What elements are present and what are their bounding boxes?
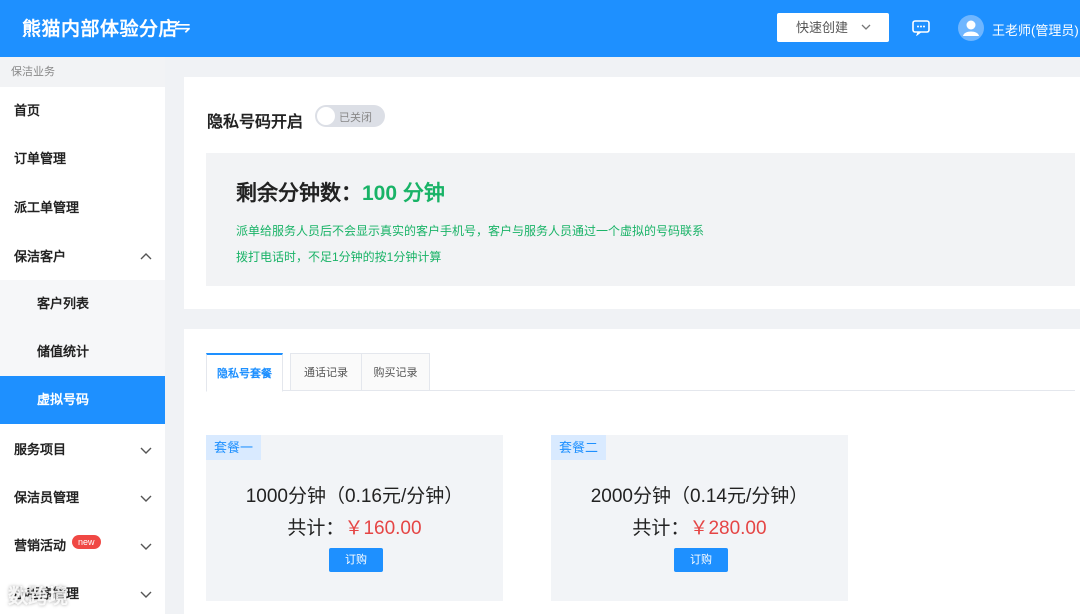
watermark: 数跨境 (8, 586, 68, 608)
remaining-minutes-value: 100 分钟 (362, 182, 445, 205)
privacy-number-card: 隐私号码开启 已关闭 剩余分钟数：100 分钟 派单给服务人员后不会显示真实的客… (184, 77, 1080, 309)
toggle-state-label: 已关闭 (339, 112, 372, 124)
plan-total: 共计：￥160.00 (206, 513, 503, 540)
info-text-line-2: 拨打电话时，不足1分钟的按1分钟计算 (236, 250, 442, 264)
plan-card: 套餐一 1000分钟（0.16元/分钟） 共计：￥160.00 订购 (206, 435, 503, 601)
remaining-minutes: 剩余分钟数：100 分钟 (236, 177, 445, 207)
new-badge: new (72, 535, 101, 549)
sidebar-item-label: 服务项目 (14, 442, 67, 457)
sidebar-item-virtual-number[interactable]: 虚拟号码 (0, 376, 165, 424)
sidebar-item-label: 派工单管理 (14, 200, 80, 215)
tab-bar: 隐私号套餐 通话记录 购买记录 (206, 353, 1075, 392)
tab-purchase-records[interactable]: 购买记录 (361, 353, 430, 391)
order-button[interactable]: 订购 (329, 548, 383, 572)
user-name[interactable]: 王老师(管理员) (992, 20, 1079, 39)
store-title[interactable]: 熊猫内部体验分店 (22, 14, 178, 41)
privacy-number-label: 隐私号码开启 (207, 114, 304, 131)
chevron-down-icon (139, 426, 153, 474)
sidebar-section-title: 保洁业务 (0, 57, 165, 87)
chevron-down-icon (139, 570, 153, 614)
plans-card: 隐私号套餐 通话记录 购买记录 套餐一 1000分钟（0.16元/分钟） 共计：… (184, 329, 1080, 614)
plan-card: 套餐二 2000分钟（0.14元/分钟） 共计：￥280.00 订购 (551, 435, 848, 601)
switch-store-icon[interactable]: ⇋ (174, 14, 191, 39)
privacy-number-toggle[interactable]: 已关闭 (315, 105, 385, 127)
sidebar-item-customers[interactable]: 保洁客户 (0, 233, 165, 281)
info-text-line-1: 派单给服务人员后不会显示真实的客户手机号，客户与服务人员通过一个虚拟的号码联系 (236, 224, 705, 238)
sidebar: 保洁业务 首页 订单管理 派工单管理 保洁客户 客户列表 储值统计 虚拟号码 服… (0, 57, 165, 614)
plan-price: ￥280.00 (689, 518, 767, 539)
plan-title: 1000分钟（0.16元/分钟） (245, 486, 464, 507)
quick-create-dropdown[interactable]: 快速创建 (777, 13, 889, 42)
sidebar-item-customer-list[interactable]: 客户列表 (0, 280, 165, 328)
sidebar-item-orders[interactable]: 订单管理 (0, 135, 165, 183)
sidebar-item-cleaners[interactable]: 保洁员管理 (0, 474, 165, 522)
user-avatar-icon[interactable] (958, 15, 984, 41)
toggle-knob (317, 107, 335, 125)
sidebar-item-marketing[interactable]: 营销活动 new (0, 522, 165, 570)
plan-total: 共计：￥280.00 (551, 513, 848, 540)
sidebar-item-label: 客户列表 (37, 296, 90, 311)
sidebar-item-home[interactable]: 首页 (0, 87, 165, 135)
sidebar-item-label: 营销活动 (14, 538, 67, 553)
chevron-up-icon (139, 233, 153, 281)
plan-title: 2000分钟（0.14元/分钟） (590, 486, 809, 507)
sidebar-item-label: 保洁客户 (14, 249, 67, 264)
sidebar-item-stored-value[interactable]: 储值统计 (0, 328, 165, 376)
sidebar-item-dispatch[interactable]: 派工单管理 (0, 184, 165, 232)
sidebar-item-label: 保洁员管理 (14, 490, 80, 505)
plan-total-label: 共计： (287, 518, 345, 539)
sidebar-item-label: 虚拟号码 (37, 392, 90, 407)
sidebar-item-label: 订单管理 (14, 151, 67, 166)
chevron-down-icon (861, 13, 871, 52)
message-icon[interactable] (912, 20, 930, 37)
sidebar-item-label: 首页 (14, 103, 41, 118)
chevron-down-icon (139, 474, 153, 522)
tab-call-records[interactable]: 通话记录 (290, 353, 362, 391)
minutes-info-box: 剩余分钟数：100 分钟 派单给服务人员后不会显示真实的客户手机号，客户与服务人… (206, 153, 1075, 286)
quick-create-label: 快速创建 (796, 20, 849, 35)
plan-price: ￥160.00 (344, 518, 422, 539)
sidebar-item-label: 储值统计 (37, 344, 90, 359)
tab-privacy-plans[interactable]: 隐私号套餐 (206, 353, 283, 392)
top-bar: 熊猫内部体验分店 ⇋ 快速创建 王老师(管理员) (0, 0, 1080, 57)
plan-tag: 套餐二 (551, 435, 607, 460)
order-button[interactable]: 订购 (674, 548, 728, 572)
chevron-down-icon (139, 522, 153, 570)
plan-tag: 套餐一 (206, 435, 262, 460)
sidebar-item-services[interactable]: 服务项目 (0, 426, 165, 474)
remaining-minutes-label: 剩余分钟数： (236, 182, 362, 205)
plan-total-label: 共计： (632, 518, 690, 539)
